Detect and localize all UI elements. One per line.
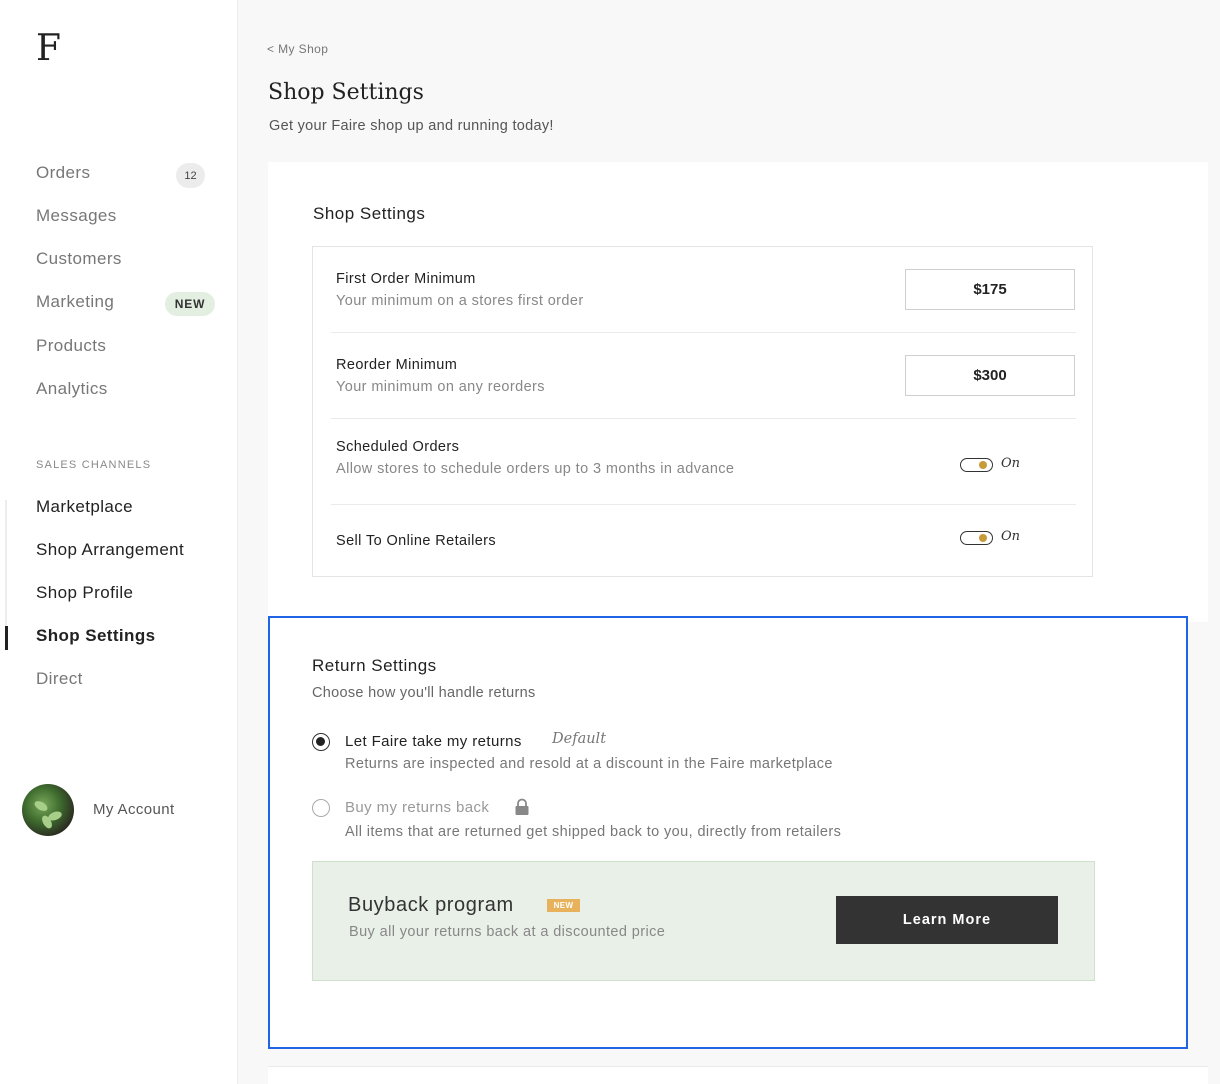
active-channel-indicator [5,626,8,650]
sidebar-item-shop-settings[interactable]: Shop Settings [36,626,155,646]
scheduled-orders-description: Allow stores to schedule orders up to 3 … [336,461,735,477]
page-subtitle: Get your Faire shop up and running today… [269,118,554,134]
faire-logo[interactable]: F [36,28,61,69]
online-retailers-label: Sell To Online Retailers [336,533,497,549]
buyback-returns-label[interactable]: Buy my returns back [345,799,489,816]
sidebar-item-analytics[interactable]: Analytics [36,379,108,399]
buyback-program-title: Buyback program [348,894,514,916]
buyback-returns-radio[interactable] [312,799,330,817]
scheduled-orders-toggle[interactable] [960,458,993,472]
sidebar-item-messages[interactable]: Messages [36,206,117,226]
sidebar-item-marketplace[interactable]: Marketplace [36,497,133,517]
marketing-new-badge: NEW [165,292,215,316]
toggle-knob [979,461,987,469]
sidebar-item-shop-profile[interactable]: Shop Profile [36,583,133,603]
toggle-knob [979,534,987,542]
faire-returns-description: Returns are inspected and resold at a di… [345,756,833,772]
buyback-program-description: Buy all your returns back at a discounte… [349,924,666,940]
sales-channels-heading: SALES CHANNELS [36,459,152,471]
buyback-program-banner: Buyback program NEW Buy all your returns… [312,861,1095,981]
return-settings-panel: Return Settings Choose how you'll handle… [268,616,1188,1049]
default-tag: Default [552,731,607,747]
first-order-description: Your minimum on a stores first order [336,293,584,309]
sidebar-item-customers[interactable]: Customers [36,249,122,269]
shop-settings-section-title: Shop Settings [313,204,426,223]
scheduled-orders-row: Scheduled Orders Allow stores to schedul… [331,419,1076,505]
reorder-row: Reorder Minimum Your minimum on any reor… [331,333,1076,419]
sidebar-item-orders[interactable]: Orders [36,163,90,183]
buyback-new-badge: NEW [547,899,580,912]
reorder-label: Reorder Minimum [336,357,458,373]
scheduled-orders-state: On [1001,456,1021,471]
buyback-returns-description: All items that are returned get shipped … [345,824,842,840]
reorder-minimum-input[interactable] [905,355,1075,396]
shop-settings-card: Shop Settings First Order Minimum Your m… [268,162,1208,622]
first-order-row: First Order Minimum Your minimum on a st… [331,247,1076,333]
first-order-minimum-input[interactable] [905,269,1075,310]
my-account-link[interactable]: My Account [93,801,175,818]
first-order-label: First Order Minimum [336,271,476,287]
settings-box: First Order Minimum Your minimum on a st… [312,246,1093,577]
learn-more-button[interactable]: Learn More [836,896,1058,944]
scheduled-orders-label: Scheduled Orders [336,439,460,455]
breadcrumb-my-shop[interactable]: < My Shop [267,42,328,56]
avatar[interactable] [22,784,74,836]
online-retailers-toggle[interactable] [960,531,993,545]
return-settings-subtitle: Choose how you'll handle returns [312,685,536,701]
faire-returns-label[interactable]: Let Faire take my returns [345,733,522,750]
sidebar-item-direct[interactable]: Direct [36,669,83,689]
faire-returns-radio[interactable] [312,733,330,751]
lock-icon [515,798,529,815]
orders-count-badge: 12 [176,163,205,188]
return-settings-title: Return Settings [312,656,437,675]
reorder-description: Your minimum on any reorders [336,379,545,395]
online-retailers-state: On [1001,529,1021,544]
next-card-edge [268,1066,1208,1084]
sidebar: F Orders 12 Messages Customers Marketing… [0,0,238,1084]
page-title: Shop Settings [268,80,424,105]
sidebar-item-shop-arrangement[interactable]: Shop Arrangement [36,540,184,560]
online-retailers-row: Sell To Online Retailers On [331,505,1076,591]
sidebar-item-marketing[interactable]: Marketing [36,292,114,312]
sidebar-item-products[interactable]: Products [36,336,106,356]
